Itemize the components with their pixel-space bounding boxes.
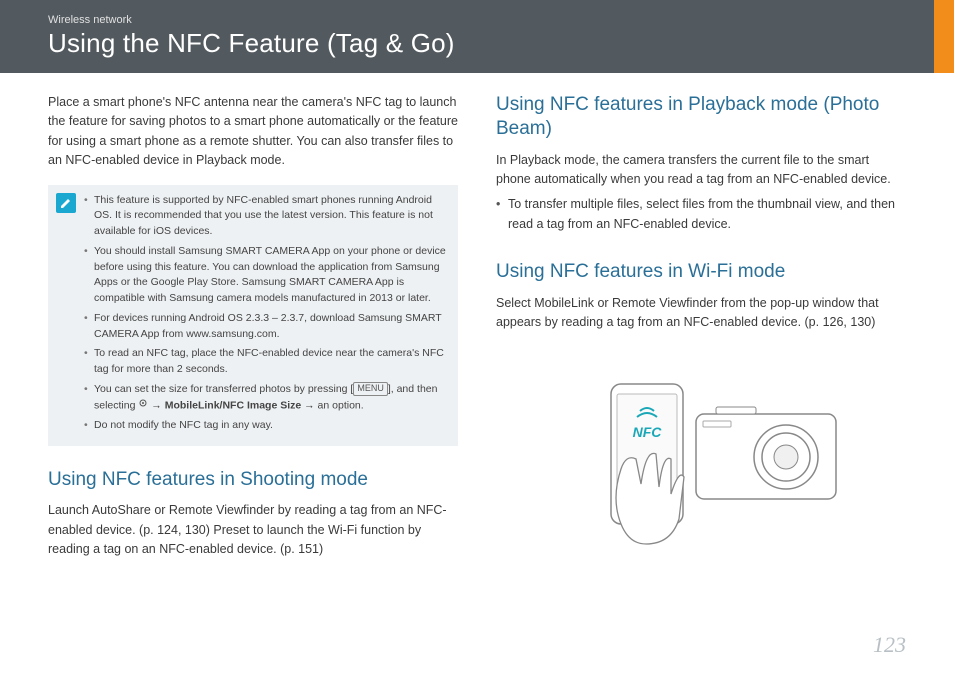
note-pencil-icon [56, 193, 76, 213]
manual-page: Wireless network Using the NFC Feature (… [0, 0, 954, 676]
section-body: Select MobileLink or Remote Viewfinder f… [496, 294, 906, 333]
gear-icon [138, 398, 148, 414]
breadcrumb: Wireless network [48, 14, 906, 26]
page-header: Wireless network Using the NFC Feature (… [0, 0, 954, 73]
bullet-item: To transfer multiple files, select files… [496, 195, 906, 234]
note-item: You should install Samsung SMART CAMERA … [84, 244, 448, 307]
nfc-label: NFC [633, 424, 663, 440]
note-item: Do not modify the NFC tag in any way. [84, 418, 448, 434]
note-item: To read an NFC tag, place the NFC-enable… [84, 346, 448, 378]
menu-button-label: MENU [353, 382, 388, 396]
nfc-illustration: NFC [496, 359, 906, 555]
note-list: This feature is supported by NFC-enabled… [84, 193, 448, 438]
phone-camera-nfc-icon: NFC [551, 359, 851, 549]
right-column: Using NFC features in Playback mode (Pho… [496, 93, 906, 586]
section-body: In Playback mode, the camera transfers t… [496, 151, 906, 190]
note-item: This feature is supported by NFC-enabled… [84, 193, 448, 240]
left-column: Place a smart phone's NFC antenna near t… [48, 93, 458, 586]
content-columns: Place a smart phone's NFC antenna near t… [0, 73, 954, 596]
note-text-bold: → MobileLink/NFC Image Size → [151, 399, 314, 411]
note-item: You can set the size for transferred pho… [84, 382, 448, 414]
intro-paragraph: Place a smart phone's NFC antenna near t… [48, 93, 458, 171]
note-text: You can set the size for transferred pho… [94, 383, 353, 395]
note-item: For devices running Android OS 2.3.3 – 2… [84, 311, 448, 343]
section-title-playback: Using NFC features in Playback mode (Pho… [496, 93, 906, 141]
section-body: Launch AutoShare or Remote Viewfinder by… [48, 501, 458, 559]
page-number: 123 [873, 632, 906, 658]
page-title: Using the NFC Feature (Tag & Go) [48, 28, 906, 59]
section-title-shooting: Using NFC features in Shooting mode [48, 468, 458, 492]
note-box: This feature is supported by NFC-enabled… [48, 185, 458, 446]
accent-bar [934, 0, 954, 73]
section-title-wifi: Using NFC features in Wi-Fi mode [496, 260, 906, 284]
note-text: an option. [315, 399, 364, 411]
